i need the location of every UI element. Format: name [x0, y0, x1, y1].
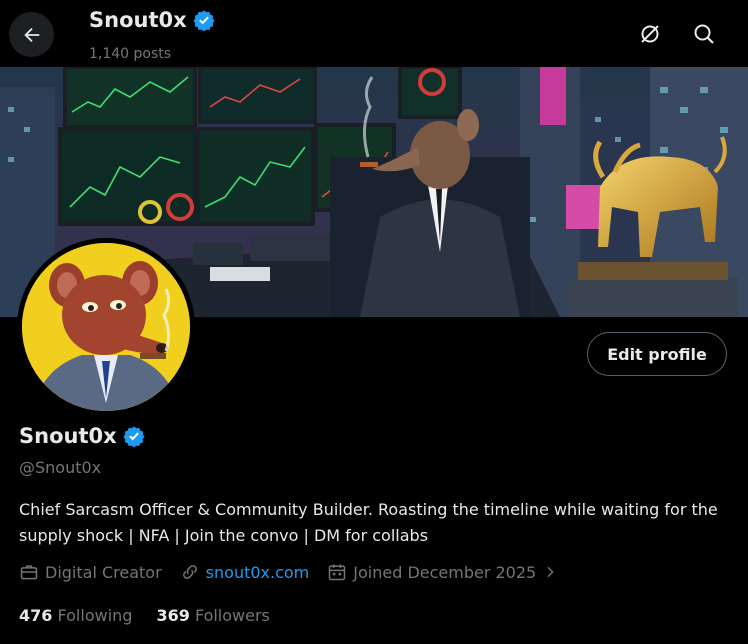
search-button[interactable]: [688, 18, 720, 50]
top-bar: Snout0x 1,140 posts: [0, 0, 748, 67]
display-name: Snout0x: [19, 424, 117, 448]
profile-handle: @Snout0x: [19, 458, 102, 477]
following-link[interactable]: 476 Following: [19, 606, 132, 625]
profile-name: Snout0x: [19, 424, 145, 448]
back-arrow-icon: [23, 27, 39, 42]
website-link[interactable]: snout0x.com: [206, 563, 310, 582]
header-name: Snout0x: [89, 8, 187, 32]
avatar-image: [22, 243, 190, 411]
following-count: 476: [19, 606, 53, 625]
following-label: Following: [57, 606, 133, 625]
calendar-icon: [329, 564, 346, 581]
edit-profile-button[interactable]: Edit profile: [587, 332, 727, 376]
search-icon: [694, 24, 714, 44]
profile-meta: Digital Creator snout0x.com Joined Decem…: [19, 562, 576, 582]
verified-badge-icon: [193, 10, 215, 31]
back-button[interactable]: [9, 12, 54, 57]
followers-count: 369: [156, 606, 190, 625]
dismiss-circle-icon: [641, 25, 659, 43]
followers-label: Followers: [194, 606, 270, 625]
header-title: Snout0x: [89, 8, 215, 32]
category-item: Digital Creator: [19, 562, 162, 582]
category-label: Digital Creator: [45, 562, 162, 582]
chevron-right-icon: [547, 566, 554, 578]
post-count: 1,140 posts: [89, 46, 172, 62]
rat-portrait-icon: [22, 243, 190, 411]
verified-badge-icon: [123, 426, 145, 447]
profile-bio: Chief Sarcasm Officer & Community Builde…: [19, 500, 718, 545]
follow-stats: 476 Following 369 Followers: [19, 606, 270, 625]
joined-item[interactable]: Joined December 2025: [327, 562, 558, 582]
link-icon: [182, 565, 197, 579]
dismiss-button[interactable]: [634, 18, 666, 50]
followers-link[interactable]: 369 Followers: [156, 606, 269, 625]
joined-label: Joined December 2025: [353, 562, 537, 582]
avatar[interactable]: [17, 238, 195, 416]
briefcase-icon: [20, 565, 38, 580]
website-item: snout0x.com: [180, 562, 310, 582]
